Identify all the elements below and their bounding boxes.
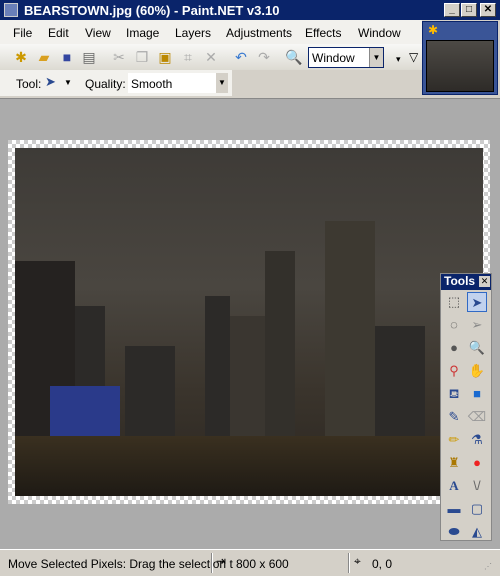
cursor-position: 0, 0 <box>372 557 393 571</box>
status-bar: Move Selected Pixels: Drag the selection… <box>0 549 500 576</box>
chevron-down-icon[interactable]: ▼ <box>64 78 72 87</box>
zoom-icon[interactable]: 🔍 <box>467 338 487 358</box>
menu-edit[interactable]: Edit <box>48 26 69 40</box>
app-icon <box>4 3 18 17</box>
zoom-icon[interactable]: 🔍 <box>285 48 303 66</box>
image-size: 800 x 600 <box>236 557 289 571</box>
menu-view[interactable]: View <box>85 26 111 40</box>
selection-frame[interactable] <box>8 140 490 504</box>
ellipse-icon[interactable]: ⬬ <box>444 522 464 542</box>
paste-icon[interactable]: ▣ <box>156 48 174 66</box>
clone-stamp-icon[interactable]: ♜ <box>444 453 464 473</box>
line-curve-icon[interactable]: \/ <box>467 476 487 496</box>
menu-file[interactable]: File <box>13 26 32 40</box>
pencil-icon[interactable]: ✏ <box>444 430 464 450</box>
resize-grip-icon[interactable]: ⋰ <box>484 562 492 571</box>
menu-adjustments[interactable]: Adjustments <box>226 26 292 40</box>
save-icon[interactable]: ■ <box>58 48 76 66</box>
rectangle-icon[interactable]: ▬ <box>444 499 464 519</box>
gradient-icon[interactable]: ■ <box>467 384 487 404</box>
canvas-image[interactable] <box>15 148 483 496</box>
deselect-icon[interactable]: ✕ <box>202 48 220 66</box>
window-title: BEARSTOWN.jpg (60%) - Paint.NET v3.10 <box>24 3 280 18</box>
image-thumbnail[interactable] <box>426 40 494 92</box>
cut-icon[interactable]: ✂ <box>110 48 128 66</box>
rounded-rectangle-icon[interactable]: ▢ <box>467 499 487 519</box>
color-picker-icon[interactable]: ⚗ <box>467 430 487 450</box>
image-size-icon: ⇥ <box>216 554 227 568</box>
recolor-icon[interactable]: ● <box>467 453 487 473</box>
quality-value: Smooth <box>131 77 173 91</box>
crop-icon[interactable]: ⌗ <box>179 48 197 66</box>
lasso-select-icon[interactable]: ◌ <box>444 315 464 335</box>
new-icon[interactable]: ✱ <box>12 48 30 66</box>
quality-select[interactable]: Smooth ▼ <box>128 73 228 93</box>
open-icon[interactable]: ▰ <box>35 48 53 66</box>
magic-wand-icon[interactable]: ⚲ <box>444 361 464 381</box>
tools-window: Tools ✕ ⬚ ➤ ◌ ➢ ● 🔍 ⚲ ✋ ⛾ ■ ✎ ⌫ ✏ ⚗ ♜ ● … <box>440 273 492 541</box>
zoom-value: Window <box>312 51 355 65</box>
cursor-position-icon: ⌖ <box>354 554 361 568</box>
chevron-down-icon[interactable]: ▼ <box>216 73 228 93</box>
close-button[interactable]: ✕ <box>480 3 496 17</box>
move-selected-pixels-icon[interactable]: ➤ <box>45 74 56 90</box>
ellipse-select-icon[interactable]: ● <box>444 338 464 358</box>
move-selection-icon[interactable]: ➢ <box>467 315 487 335</box>
close-icon[interactable]: ✕ <box>479 276 490 287</box>
maximize-button[interactable]: □ <box>461 3 477 17</box>
pan-icon[interactable]: ✋ <box>467 361 487 381</box>
print-icon[interactable]: ▤ <box>80 48 98 66</box>
freeform-shape-icon[interactable]: ◭ <box>467 522 487 542</box>
quality-label: Quality: <box>85 77 126 91</box>
text-icon[interactable]: A <box>444 476 464 496</box>
rectangle-select-icon[interactable]: ⬚ <box>444 292 464 312</box>
toolbar-overflow-icon[interactable]: ▾ <box>396 54 401 65</box>
zoom-select[interactable]: Window ▼ <box>308 47 384 68</box>
menu-effects[interactable]: Effects <box>305 26 341 40</box>
menu-image[interactable]: Image <box>126 26 159 40</box>
paint-bucket-icon[interactable]: ⛾ <box>444 384 464 404</box>
copy-icon[interactable]: ❐ <box>133 48 151 66</box>
chevron-down-icon[interactable]: ▼ <box>369 48 383 67</box>
title-bar: BEARSTOWN.jpg (60%) - Paint.NET v3.10 _ … <box>0 0 500 20</box>
move-selected-pixels-icon[interactable]: ➤ <box>467 292 487 312</box>
menu-layers[interactable]: Layers <box>175 26 211 40</box>
tool-label: Tool: <box>16 77 42 91</box>
undo-icon[interactable]: ↶ <box>232 48 250 66</box>
menu-bar: File Edit View Image Layers Adjustments … <box>0 20 422 44</box>
minimize-button[interactable]: _ <box>444 3 460 17</box>
layers-filter-icon[interactable]: ▽ <box>409 50 418 64</box>
image-thumbnail-panel: ✱ <box>422 21 498 95</box>
menu-window[interactable]: Window <box>358 26 401 40</box>
unsaved-icon: ✱ <box>428 23 439 37</box>
paintbrush-icon[interactable]: ✎ <box>444 407 464 427</box>
redo-icon[interactable]: ↷ <box>255 48 273 66</box>
status-message: Move Selected Pixels: Drag the selection… <box>8 557 233 571</box>
eraser-icon[interactable]: ⌫ <box>467 407 487 427</box>
